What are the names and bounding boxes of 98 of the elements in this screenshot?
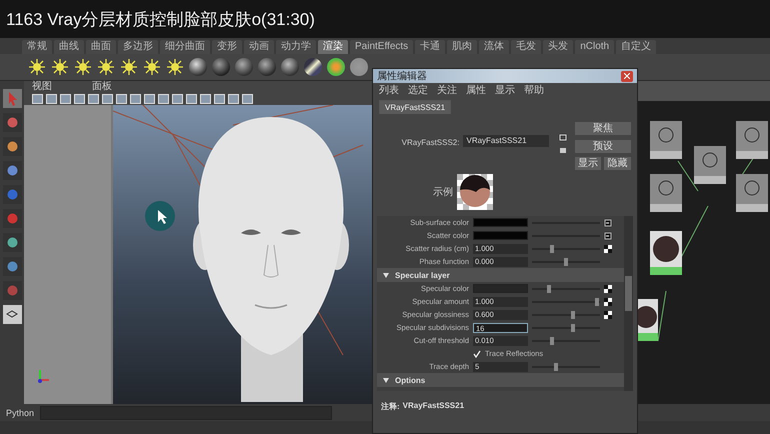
shader-ball-icon[interactable] bbox=[235, 58, 253, 76]
tool-icon[interactable] bbox=[2, 209, 22, 228]
shader-node[interactable] bbox=[736, 174, 768, 212]
shader-ball-icon[interactable] bbox=[258, 58, 276, 76]
sample-label: 示例 bbox=[433, 186, 453, 199]
shelf-tab[interactable]: 曲面 bbox=[86, 40, 116, 54]
slider-handle[interactable] bbox=[554, 362, 558, 370]
shader-node[interactable] bbox=[736, 121, 768, 159]
shader-ball-icon[interactable] bbox=[212, 58, 230, 76]
tool-icon[interactable] bbox=[2, 113, 22, 132]
material-preview-swatch bbox=[457, 174, 493, 210]
shelf-tab[interactable]: 流体 bbox=[479, 40, 510, 54]
input-connection-icon[interactable] bbox=[604, 218, 612, 226]
shader-ball-icon[interactable] bbox=[304, 58, 322, 76]
shader-node[interactable] bbox=[694, 146, 726, 184]
tool-icon[interactable] bbox=[2, 281, 22, 300]
tool-icon[interactable] bbox=[2, 137, 22, 156]
panel-menu-item[interactable]: 面板 bbox=[92, 81, 112, 93]
notes-label: 注释: bbox=[381, 401, 400, 412]
menu-item[interactable]: 显示 bbox=[495, 83, 515, 98]
tool-icon[interactable] bbox=[2, 185, 22, 204]
shelf-tab[interactable]: 曲线 bbox=[54, 40, 84, 54]
tool-icon[interactable] bbox=[2, 233, 22, 252]
light-icon[interactable] bbox=[120, 58, 138, 76]
color-swatch[interactable] bbox=[473, 231, 528, 240]
slider-handle[interactable] bbox=[564, 258, 568, 266]
shelf-tab[interactable]: 常规 bbox=[22, 40, 52, 54]
node-name-label: VRayFastSSS2: bbox=[400, 138, 460, 149]
notes-text: VRayFastSSS21 bbox=[402, 401, 464, 412]
section-title: Specular layer bbox=[395, 270, 450, 280]
color-swatch[interactable] bbox=[473, 284, 528, 293]
section-header[interactable]: Specular layer bbox=[377, 268, 624, 282]
shelf-tab[interactable]: nCloth bbox=[575, 40, 614, 54]
input-connection-icon[interactable] bbox=[604, 232, 612, 240]
shader-node[interactable] bbox=[650, 174, 682, 212]
node-name-field[interactable]: VRayFastSSS21 bbox=[463, 135, 549, 147]
tool-icon[interactable] bbox=[2, 257, 22, 276]
shelf-tab[interactable]: 毛发 bbox=[511, 40, 542, 54]
shader-node[interactable] bbox=[638, 299, 658, 341]
menu-item[interactable]: 列表 bbox=[379, 83, 399, 98]
shelf-tab[interactable]: 动力学 bbox=[276, 40, 316, 54]
checker-map-icon[interactable] bbox=[604, 298, 612, 306]
shader-ball-icon[interactable] bbox=[189, 58, 207, 76]
menu-item[interactable]: 属性 bbox=[466, 83, 486, 98]
editor-button[interactable]: 显示 bbox=[574, 157, 602, 170]
shelf-tab[interactable]: 肌肉 bbox=[447, 40, 478, 54]
light-icon[interactable] bbox=[166, 58, 184, 76]
editor-button[interactable]: 预设 bbox=[574, 140, 631, 153]
checkbox[interactable] bbox=[473, 350, 481, 358]
section-header[interactable]: Options bbox=[377, 373, 624, 387]
light-icon[interactable] bbox=[74, 58, 92, 76]
shader-ball-icon[interactable] bbox=[281, 58, 299, 76]
tool-icon[interactable] bbox=[2, 161, 22, 180]
node-tab[interactable]: VRayFastSSS21 bbox=[379, 100, 452, 114]
shelf-tab[interactable]: 渲染 bbox=[318, 40, 348, 54]
video-title: 1163 Vray分层材质控制脸部皮肤o(31:30) bbox=[0, 0, 770, 38]
cursor-highlight-icon bbox=[145, 201, 175, 231]
shelf-tab[interactable]: PaintEffects bbox=[350, 40, 414, 54]
window-title: 属性编辑器 bbox=[377, 70, 427, 83]
shelf-tab[interactable]: 多边形 bbox=[118, 40, 158, 54]
checker-map-icon[interactable] bbox=[604, 244, 612, 252]
command-line-label: Python bbox=[6, 408, 34, 418]
light-icon[interactable] bbox=[28, 58, 46, 76]
menu-item[interactable]: 关注 bbox=[437, 83, 457, 98]
light-icon[interactable] bbox=[143, 58, 161, 76]
shader-ball-icon[interactable] bbox=[327, 58, 345, 76]
checker-map-icon[interactable] bbox=[604, 310, 612, 318]
color-swatch[interactable] bbox=[473, 218, 528, 227]
slider-handle[interactable] bbox=[570, 310, 575, 318]
shelf-tab[interactable]: 卡通 bbox=[415, 40, 446, 54]
scrollbar[interactable] bbox=[624, 216, 633, 391]
shader-node[interactable] bbox=[650, 231, 682, 275]
editor-button[interactable]: 隐藏 bbox=[604, 157, 631, 170]
editor-button[interactable]: 聚焦 bbox=[574, 122, 631, 135]
section-title: Options bbox=[395, 376, 426, 384]
shelf-tab[interactable]: 变形 bbox=[212, 40, 242, 54]
slider-handle[interactable] bbox=[550, 336, 554, 344]
slider-handle[interactable] bbox=[594, 298, 599, 306]
expand-triangle-icon bbox=[383, 378, 389, 382]
shelf-tab[interactable]: 细分曲面 bbox=[160, 40, 210, 54]
command-input-field[interactable] bbox=[40, 406, 332, 420]
expand-triangle-icon bbox=[383, 272, 389, 278]
shader-node[interactable] bbox=[650, 121, 682, 159]
shelf-tab[interactable]: 头发 bbox=[543, 40, 574, 54]
panel-menu-item[interactable]: 视图 bbox=[32, 81, 52, 93]
slider-handle[interactable] bbox=[570, 324, 575, 332]
light-icon[interactable] bbox=[97, 58, 115, 76]
slider-handle[interactable] bbox=[550, 244, 554, 252]
checker-map-icon[interactable] bbox=[604, 284, 612, 292]
light-icon[interactable] bbox=[51, 58, 69, 76]
menu-item[interactable]: 选定 bbox=[408, 83, 428, 98]
slider-handle[interactable] bbox=[547, 284, 551, 292]
shelf-tab[interactable]: 动画 bbox=[244, 40, 274, 54]
shelf-tab[interactable]: 自定义 bbox=[616, 40, 656, 54]
close-button[interactable] bbox=[621, 70, 633, 82]
close-icon bbox=[624, 73, 630, 79]
menu-item[interactable]: 帮助 bbox=[524, 83, 544, 98]
layout-icon[interactable] bbox=[2, 305, 22, 324]
